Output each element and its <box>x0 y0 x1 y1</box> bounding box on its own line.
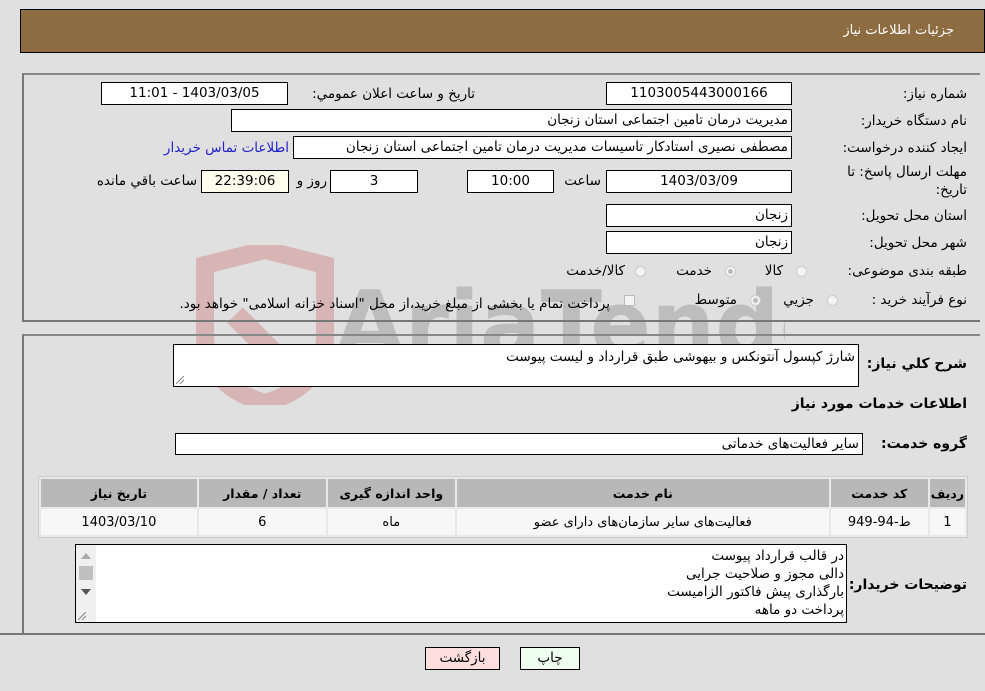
province-label: استان محل تحویل: <box>861 208 967 224</box>
category-radio-goods[interactable] <box>796 266 807 277</box>
deadline-time-field[interactable]: 10:00 <box>467 170 554 193</box>
buyer-contact-link[interactable]: اطلاعات تماس خریدار <box>164 140 289 156</box>
process-option-minor: جزيي <box>783 292 814 308</box>
announce-date-field[interactable]: 1403/03/05 - 11:01 <box>101 82 288 105</box>
resize-grip-icon[interactable] <box>176 376 184 384</box>
announce-date-label: تاریخ و ساعت اعلان عمومي: <box>312 86 475 102</box>
cell-need-date: 1403/03/10 <box>41 509 197 535</box>
scroll-up-icon[interactable] <box>81 553 91 559</box>
city-field[interactable]: زنجان <box>606 231 792 254</box>
buyer-note-line: در قالب قرارداد پیوست <box>711 548 844 564</box>
back-button[interactable]: بازگشت <box>425 647 500 670</box>
deadline-label-2: تاریخ: <box>935 182 967 198</box>
buyer-note-line: بارگذاری پیش فاکتور الزامیست <box>667 584 844 600</box>
service-group-label: گروه خدمت: <box>881 436 967 452</box>
remaining-time-field[interactable]: 22:39:06 <box>201 170 289 193</box>
category-radio-service[interactable] <box>725 266 736 277</box>
creator-label: ایجاد کننده درخواست: <box>842 140 967 156</box>
buyer-note-line: پرداخت دو ماهه <box>754 602 844 618</box>
services-table: ردیف کد خدمت نام خدمت واحد اندازه گیری ت… <box>38 476 968 538</box>
need-number-field[interactable]: 1103005443000166 <box>606 82 792 105</box>
description-text: شارژ کپسول آنتونکس و بیهوشی طبق قرارداد … <box>506 349 855 365</box>
buyer-org-field[interactable]: مدیریت درمان تامین اجتماعی استان زنجان <box>231 109 792 132</box>
cell-unit: ماه <box>327 509 455 535</box>
notes-scrollbar[interactable] <box>76 545 96 622</box>
services-section-title: اطلاعات خدمات مورد نیاز <box>791 396 967 412</box>
need-number-label: شماره نیاز: <box>902 86 967 102</box>
page-header: جزئیات اطلاعات نیاز <box>20 9 985 53</box>
page-title: جزئیات اطلاعات نیاز <box>843 23 954 38</box>
buyer-notes-textarea[interactable]: در قالب قرارداد پیوست دالی مجوز و صلاحیت… <box>75 544 847 623</box>
cell-quantity: 6 <box>198 509 326 535</box>
table-row: 1 ط-94-949 فعالیت‌های سایر سازمان‌های دا… <box>41 509 965 535</box>
process-radio-medium[interactable] <box>750 295 761 306</box>
buyer-org-label: نام دستگاه خریدار: <box>860 113 967 129</box>
process-radio-minor[interactable] <box>827 295 838 306</box>
creator-field[interactable]: مصطفی نصیری استادکار تاسیسات مدیریت درما… <box>293 136 792 159</box>
days-label: روز و <box>296 173 327 189</box>
category-option-goods-service: کالا/خدمت <box>566 263 625 279</box>
process-option-medium: متوسط <box>694 292 737 308</box>
col-row-number: ردیف <box>929 479 965 507</box>
treasury-checkbox[interactable] <box>624 295 635 306</box>
scroll-down-icon[interactable] <box>81 589 91 595</box>
remaining-time-label: ساعت باقي مانده <box>96 173 197 189</box>
col-service-name: نام خدمت <box>456 479 829 507</box>
col-unit: واحد اندازه گیری <box>327 479 455 507</box>
description-label: شرح كلي نیاز: <box>866 356 967 372</box>
city-label: شهر محل تحویل: <box>869 235 967 251</box>
service-group-field[interactable]: سایر فعالیت‌های خدماتی <box>175 433 863 455</box>
cell-service-code: ط-94-949 <box>830 509 928 535</box>
province-field[interactable]: زنجان <box>606 204 792 227</box>
cell-row-number: 1 <box>929 509 965 535</box>
process-type-label: نوع فرآیند خرید : <box>871 292 967 308</box>
cell-service-name: فعالیت‌های سایر سازمان‌های دارای عضو <box>456 509 829 535</box>
buyer-note-line: دالی مجوز و صلاحیت جرایی <box>686 566 844 582</box>
divider <box>0 633 985 635</box>
category-option-goods: کالا <box>764 263 783 279</box>
days-remaining-field[interactable]: 3 <box>330 170 418 193</box>
print-button[interactable]: چاپ <box>520 647 580 670</box>
category-option-service: خدمت <box>676 263 712 279</box>
table-header-row: ردیف کد خدمت نام خدمت واحد اندازه گیری ت… <box>41 479 965 507</box>
description-textarea[interactable]: شارژ کپسول آنتونکس و بیهوشی طبق قرارداد … <box>173 344 859 387</box>
buyer-notes-label: توضیحات خریدار: <box>848 577 967 593</box>
col-quantity: تعداد / مقدار <box>198 479 326 507</box>
deadline-date-field[interactable]: 1403/03/09 <box>606 170 792 193</box>
resize-grip-icon[interactable] <box>78 612 86 620</box>
deadline-label: مهلت ارسال پاسخ: تا <box>847 164 967 180</box>
scroll-thumb[interactable] <box>79 566 93 580</box>
deadline-time-label: ساعت <box>564 173 601 189</box>
category-label: طبقه بندی موضوعی: <box>847 263 967 279</box>
col-service-code: کد خدمت <box>830 479 928 507</box>
col-need-date: تاریخ نیاز <box>41 479 197 507</box>
treasury-note: پرداخت تمام یا بخشی از مبلغ خرید،از محل … <box>179 296 610 312</box>
category-radio-goods-service[interactable] <box>635 266 646 277</box>
